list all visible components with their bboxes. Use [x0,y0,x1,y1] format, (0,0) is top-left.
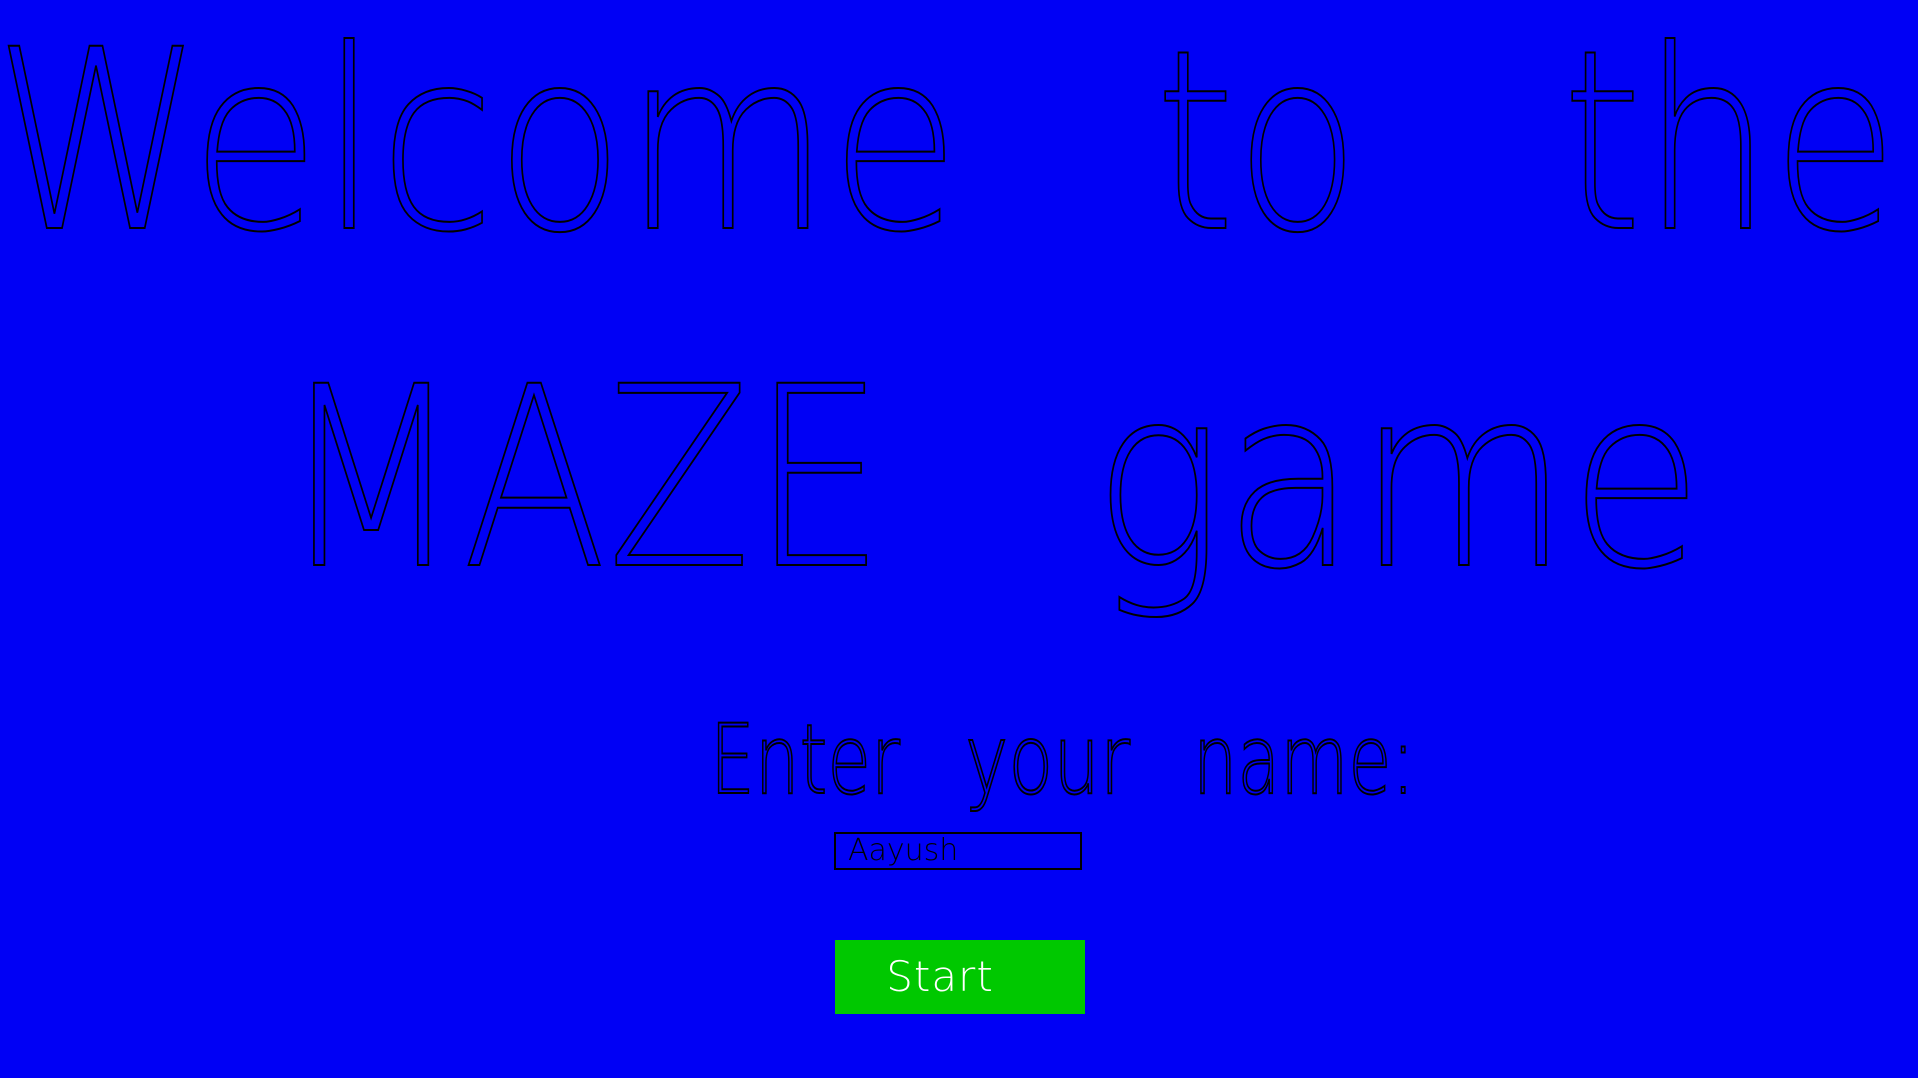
title-word-maze: MAZE [280,333,885,624]
maze-start-screen: Welcome to the MAZE game Enter your name… [0,0,1918,1078]
title-word-the: the [1562,0,1898,287]
prompt-word-your: your [965,704,1130,816]
title-word-to: to [1155,0,1360,287]
name-input[interactable] [834,832,1082,870]
prompt-word-enter: Enter [710,704,900,816]
title-word-welcome: Welcome [0,0,960,287]
title-word-game: game [1093,333,1703,624]
start-button[interactable]: Start [835,940,1085,1014]
title-canvas: Welcome to the MAZE game Enter your name… [0,0,1899,817]
start-button-label: Start [886,952,994,1001]
prompt-word-name: name: [1193,704,1415,816]
